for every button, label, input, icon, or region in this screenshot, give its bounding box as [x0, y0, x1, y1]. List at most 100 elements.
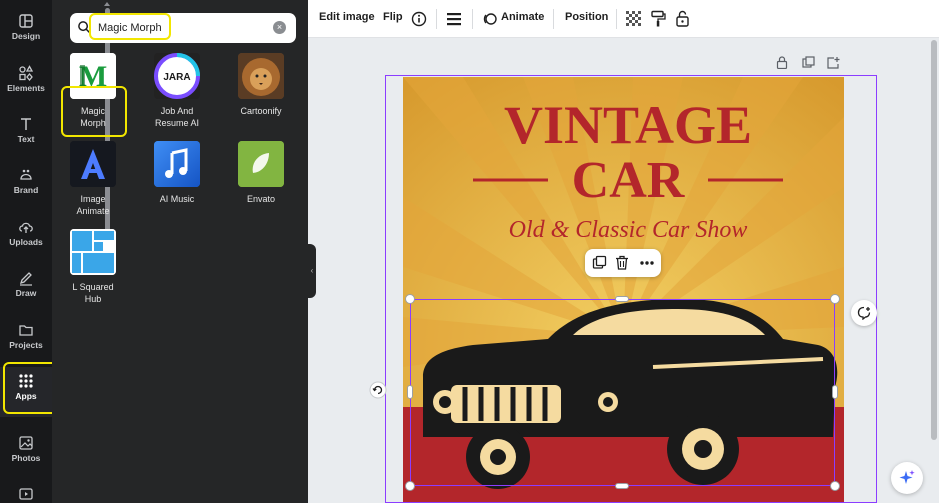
rail-label-photos: Photos [11, 453, 41, 463]
add-page-icon[interactable] [827, 56, 840, 74]
resize-handle-bottom-left[interactable] [405, 481, 415, 491]
search-box: × [70, 13, 296, 43]
rail-item-photos[interactable]: Photos [0, 435, 52, 485]
rail-item-draw[interactable]: Draw [0, 270, 52, 320]
app-name-cartoonify: Cartoonify [240, 106, 282, 116]
app-ai-music[interactable]: AI Music [139, 141, 215, 205]
rail-item-brand[interactable]: Brand [0, 167, 52, 217]
resize-handle-right[interactable] [832, 385, 838, 399]
draw-pen-icon [19, 272, 32, 286]
magic-assistant-button[interactable] [891, 462, 923, 494]
toolbar-divider [436, 9, 437, 29]
animate-icon [483, 13, 497, 25]
app-name-l-squared-hub: L Squared Hub [72, 282, 114, 304]
video-icon [19, 488, 33, 500]
app-magic-morph[interactable]: M Magic Morph [55, 53, 131, 129]
panel-scroll-up-arrow[interactable] [104, 2, 110, 6]
folder-icon [19, 325, 33, 336]
resize-handle-top[interactable] [615, 296, 629, 302]
rail-label-design: Design [11, 31, 41, 41]
search-icon [78, 21, 91, 34]
app-image-animate[interactable]: Image Animate [55, 141, 131, 217]
image-animate-icon [70, 141, 116, 187]
rail-item-text[interactable]: Text [0, 116, 52, 166]
edit-image-button[interactable]: Edit image [319, 11, 375, 23]
duplicate-icon[interactable] [592, 255, 607, 275]
rail-label-uploads: Uploads [9, 237, 43, 247]
rail-label-text: Text [17, 134, 35, 144]
left-rail: Design Elements Text Brand Uploads Draw … [0, 0, 52, 503]
photos-icon [19, 436, 33, 450]
magic-morph-icon: M [70, 53, 116, 99]
rotate-icon[interactable] [369, 381, 387, 399]
lion-icon [238, 53, 284, 99]
rail-label-brand: Brand [13, 185, 39, 195]
poster-title-line2: CAR [572, 152, 686, 209]
search-input[interactable] [98, 18, 268, 38]
poster-vintage-car[interactable]: VINTAGE CAR Old & Classic Car Show [403, 77, 844, 503]
rail-label-elements: Elements [7, 83, 45, 93]
animate-button[interactable]: Animate [501, 11, 544, 23]
elements-icon [19, 65, 34, 81]
app-name-envato: Envato [246, 194, 276, 204]
flip-button[interactable]: Flip [383, 11, 403, 23]
toolbar-divider [616, 9, 617, 29]
unlock-icon[interactable] [675, 10, 690, 27]
cloud-upload-icon [19, 222, 33, 233]
sparkle-icon [899, 470, 915, 484]
design-icon [19, 14, 33, 28]
paint-roller-icon[interactable] [650, 10, 666, 27]
app-job-and-resume-ai[interactable]: JARA Job And Resume AI [139, 53, 215, 129]
jara-icon: JARA [154, 53, 200, 99]
duplicate-page-icon[interactable] [802, 56, 815, 74]
apps-grid-icon [19, 374, 33, 388]
rail-item-apps[interactable]: Apps [0, 367, 52, 417]
text-icon [21, 118, 31, 130]
trash-icon[interactable] [615, 255, 629, 275]
rail-item-projects[interactable]: Projects [0, 322, 52, 372]
resize-handle-bottom-right[interactable] [830, 481, 840, 491]
app-name-image-animate: Image Animate [76, 194, 110, 216]
toolbar-divider [472, 9, 473, 29]
toolbar-divider [553, 9, 554, 29]
collapse-panel-handle[interactable]: ‹ [308, 244, 316, 298]
app-l-squared-hub[interactable]: L Squared Hub [55, 229, 131, 305]
envato-leaf-icon [238, 141, 284, 187]
resize-handle-top-left[interactable] [405, 294, 415, 304]
transparency-icon[interactable] [626, 11, 641, 26]
position-button[interactable]: Position [565, 11, 608, 23]
resize-handle-left[interactable] [407, 385, 413, 399]
border-style-icon[interactable] [447, 12, 461, 26]
info-icon[interactable] [411, 11, 427, 27]
more-options-icon[interactable] [639, 255, 655, 275]
resize-handle-top-right[interactable] [830, 294, 840, 304]
rail-item-design[interactable]: Design [0, 13, 52, 63]
svg-text:JARA: JARA [163, 72, 190, 83]
rail-item-videos[interactable] [0, 487, 52, 503]
brand-icon [20, 169, 32, 180]
app-name-magic-morph: Magic Morph [80, 106, 106, 128]
lock-page-icon[interactable] [776, 56, 788, 74]
apps-panel: × M MagicMorph JARA Job AndResume AI Car… [52, 0, 308, 503]
element-context-menu [585, 249, 661, 277]
comment-button[interactable] [851, 300, 877, 326]
music-note-icon [154, 141, 200, 187]
resize-handle-bottom[interactable] [615, 483, 629, 489]
rail-label-draw: Draw [15, 288, 37, 298]
poster-title-line1: VINTAGE [504, 95, 752, 155]
clear-search-icon[interactable]: × [273, 21, 286, 34]
poster-subtitle: Old & Classic Car Show [509, 217, 748, 243]
l-squared-icon [70, 229, 116, 275]
rail-item-elements[interactable]: Elements [0, 65, 52, 115]
canvas-scrollbar[interactable] [931, 40, 937, 440]
rail-label-apps: Apps [15, 391, 37, 401]
rail-item-uploads[interactable]: Uploads [0, 219, 52, 269]
comment-add-icon [857, 306, 871, 320]
top-toolbar: Edit image Flip Animate Position [308, 0, 939, 38]
poster-background: VINTAGE CAR Old & Classic Car Show [403, 77, 844, 503]
app-cartoonify[interactable]: Cartoonify [223, 53, 299, 117]
app-name-job-and-resume-ai: Job And Resume AI [154, 106, 200, 128]
app-name-ai-music: AI Music [159, 194, 195, 204]
rail-label-projects: Projects [9, 340, 43, 350]
app-envato[interactable]: Envato [223, 141, 299, 205]
